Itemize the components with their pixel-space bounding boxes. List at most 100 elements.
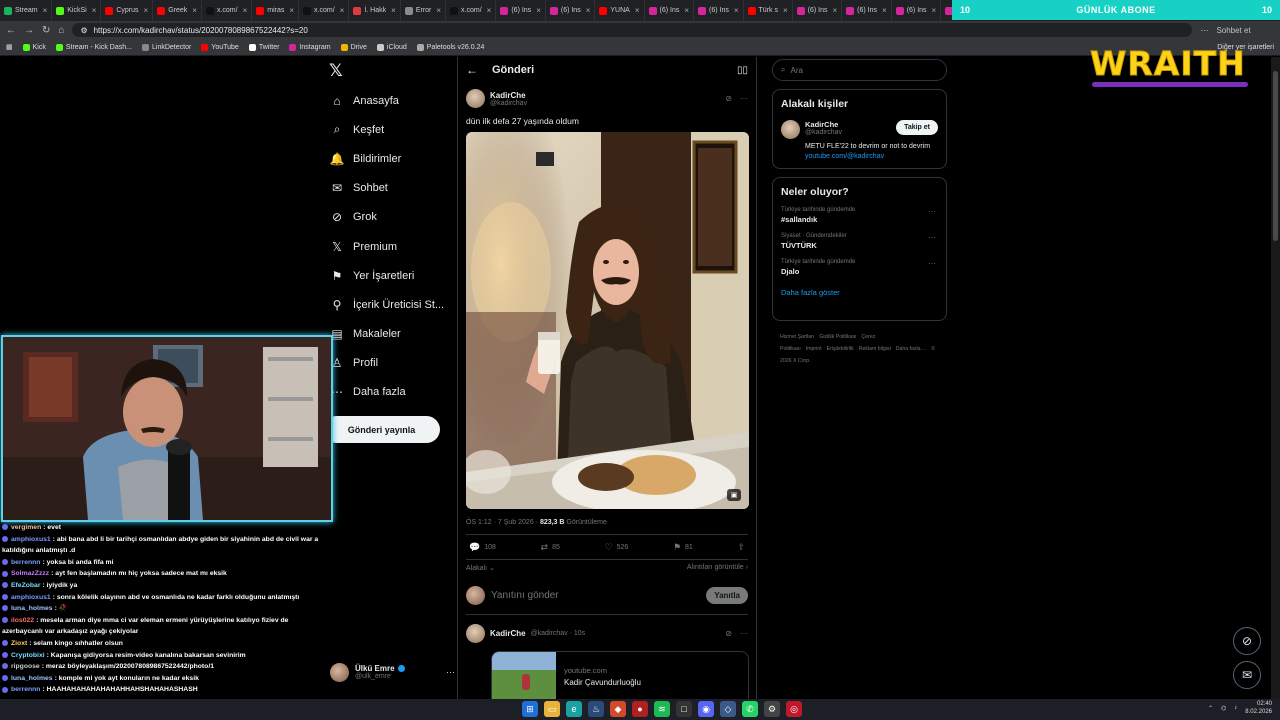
close-icon[interactable]: × xyxy=(243,6,248,15)
close-icon[interactable]: × xyxy=(436,6,441,15)
bio-link[interactable]: youtube.com/@kadirchav xyxy=(805,153,884,160)
page-scrollbar[interactable] xyxy=(1271,57,1280,699)
close-icon[interactable]: × xyxy=(43,6,48,15)
browser-tab[interactable]: (6) Ins× xyxy=(793,0,843,21)
browser-tab[interactable]: Türk s × xyxy=(744,0,793,21)
edge-icon[interactable]: e xyxy=(566,701,582,717)
nav-item-more-circle[interactable]: ⋯ Daha fazla xyxy=(330,378,455,407)
close-icon[interactable]: × xyxy=(783,6,788,15)
bookmark-item[interactable]: Kick xyxy=(22,43,46,51)
app-icon[interactable]: ⚙ xyxy=(764,701,780,717)
browser-tab[interactable]: x.com/ × xyxy=(202,0,253,21)
avatar[interactable] xyxy=(781,120,800,139)
x-logo-icon[interactable]: 𝕏 xyxy=(329,62,347,80)
browser-tab[interactable]: KickSi × xyxy=(52,0,102,21)
close-icon[interactable]: × xyxy=(92,6,97,15)
nav-item-x-premium[interactable]: 𝕏 Premium xyxy=(330,232,455,261)
trend-item[interactable]: Türkiye tarihinde gündemde #sallandık ··· xyxy=(781,207,938,224)
browser-tab[interactable]: (6) Ins× xyxy=(842,0,892,21)
tweet-time[interactable]: ÖS 1:12 · 7 Şub 2026 · xyxy=(466,519,540,526)
person-name[interactable]: KadirChe xyxy=(805,120,842,129)
nav-item-creator-studio[interactable]: ⚲ İçerik Üreticisi St... xyxy=(330,290,455,319)
account-switcher[interactable]: Ülkü Emre @ulk_emre ··· xyxy=(330,658,455,686)
bookmark-item[interactable]: YouTube xyxy=(201,43,239,51)
person-handle[interactable]: @kadirchav xyxy=(805,129,842,136)
close-icon[interactable]: × xyxy=(882,6,887,15)
search-input[interactable]: ⌕ Ara xyxy=(772,59,947,81)
scrollbar-thumb[interactable] xyxy=(1273,71,1278,241)
browser-tab[interactable]: Cyprus × xyxy=(101,0,154,21)
close-icon[interactable]: × xyxy=(932,6,937,15)
post-button[interactable]: Gönderi yayınla xyxy=(323,416,440,443)
browser-tab[interactable]: YUNA × xyxy=(595,0,645,21)
browser-tab[interactable]: Error × xyxy=(401,0,447,21)
nav-item-bookmark[interactable]: ⚑ Yer İşaretleri xyxy=(330,261,455,290)
reader-mode-icon[interactable]: ▯▯ xyxy=(737,65,748,76)
browser-tab[interactable]: (6) Ins× xyxy=(645,0,695,21)
like-action[interactable]: ♡ 526 xyxy=(605,542,629,553)
discord-icon[interactable]: ◉ xyxy=(698,701,714,717)
browser-tab[interactable]: (6) Ins× xyxy=(892,0,942,21)
browser-tab[interactable]: Stream × xyxy=(0,0,53,21)
reply-author-name[interactable]: KadirChe xyxy=(490,629,526,638)
sort-dropdown[interactable]: Alakalı ⌄ xyxy=(466,564,495,572)
nav-item-mail[interactable]: ✉ Sohbet xyxy=(330,174,455,203)
browser-tab[interactable]: (6) Ins× xyxy=(694,0,744,21)
bookmark-action[interactable]: ⚑ 81 xyxy=(673,542,693,553)
obs-icon[interactable]: ◎ xyxy=(786,701,802,717)
grok-icon[interactable]: ⊘ xyxy=(725,94,732,103)
footer-link[interactable]: Erişilebilirlik xyxy=(827,346,854,352)
reply-action[interactable]: 💬 108 xyxy=(469,542,496,553)
steam-icon[interactable]: ♨ xyxy=(588,701,604,717)
apps-icon[interactable]: ▦ xyxy=(6,43,13,51)
spotify-icon[interactable]: ≋ xyxy=(654,701,670,717)
footer-link[interactable]: Hizmet Şartları xyxy=(780,334,814,340)
chevron-up-icon[interactable]: ⌃ xyxy=(1208,705,1213,712)
more-icon[interactable]: ··· xyxy=(740,629,748,638)
author-handle[interactable]: @kadirchav xyxy=(490,100,527,107)
browser-tab[interactable]: (6) Ins× xyxy=(941,0,952,21)
app-icon[interactable]: □ xyxy=(676,701,692,717)
start-icon[interactable]: ⊞ xyxy=(522,701,538,717)
more-icon[interactable]: ··· xyxy=(928,259,936,268)
app-icon[interactable]: ◇ xyxy=(720,701,736,717)
avatar[interactable] xyxy=(466,624,485,643)
close-icon[interactable]: × xyxy=(833,6,838,15)
bookmark-item[interactable]: Instagram xyxy=(289,43,331,51)
reply-tweet[interactable]: KadirChe @kadirchav · 10s ⊘ ··· youtube.c… xyxy=(466,624,749,711)
bookmark-item[interactable]: Stream - Kick Dash... xyxy=(55,43,132,51)
brave-icon[interactable]: ◆ xyxy=(610,701,626,717)
nav-item-grok[interactable]: ⊘ Grok xyxy=(330,203,455,232)
grok-icon[interactable]: ⊘ xyxy=(725,629,732,638)
reply-button[interactable]: Yanıtla xyxy=(706,587,748,604)
browser-tab[interactable]: x.com/ × xyxy=(446,0,497,21)
bookmark-item[interactable]: iCloud xyxy=(376,43,407,51)
close-icon[interactable]: × xyxy=(536,6,541,15)
close-icon[interactable]: × xyxy=(192,6,197,15)
view-quotes-link[interactable]: Alıntıları görüntüle › xyxy=(687,564,748,572)
footer-link[interactable]: Reklam bilgisi xyxy=(859,346,891,352)
browser-tab[interactable]: (6) Ins× xyxy=(496,0,546,21)
follow-button[interactable]: Takip et xyxy=(896,120,938,135)
nav-item-search[interactable]: ⌕ Keşfet xyxy=(330,115,455,144)
nav-item-articles[interactable]: ▤ Makaleler xyxy=(330,320,455,349)
author-name[interactable]: KadirChe xyxy=(490,91,527,100)
close-icon[interactable]: × xyxy=(734,6,739,15)
more-icon[interactable]: ··· xyxy=(446,667,455,677)
home-button-icon[interactable]: ⌂ xyxy=(58,25,64,36)
bookmark-item[interactable]: Paletools v26.0.24 xyxy=(416,43,484,51)
tweet-photo[interactable]: ▣ xyxy=(466,132,749,509)
nav-item-profile[interactable]: ♙ Profil xyxy=(330,349,455,378)
media-icon[interactable]: ● xyxy=(632,701,648,717)
extensions-icon[interactable]: ⋯ xyxy=(1200,26,1208,35)
volume-icon[interactable]: ♪ xyxy=(1234,705,1237,711)
close-icon[interactable]: × xyxy=(635,6,640,15)
show-more-link[interactable]: Daha fazla göster xyxy=(781,288,938,297)
close-icon[interactable]: × xyxy=(289,6,294,15)
browser-tab[interactable]: İ. Hakk × xyxy=(349,0,401,21)
more-icon[interactable]: ··· xyxy=(740,94,748,103)
footer-link[interactable]: Daha fazla ... xyxy=(896,346,927,352)
grok-float-icon[interactable]: ⊘ xyxy=(1233,627,1261,655)
image-options-icon[interactable]: ▣ xyxy=(727,489,741,501)
back-arrow-icon[interactable]: ← xyxy=(466,63,478,77)
